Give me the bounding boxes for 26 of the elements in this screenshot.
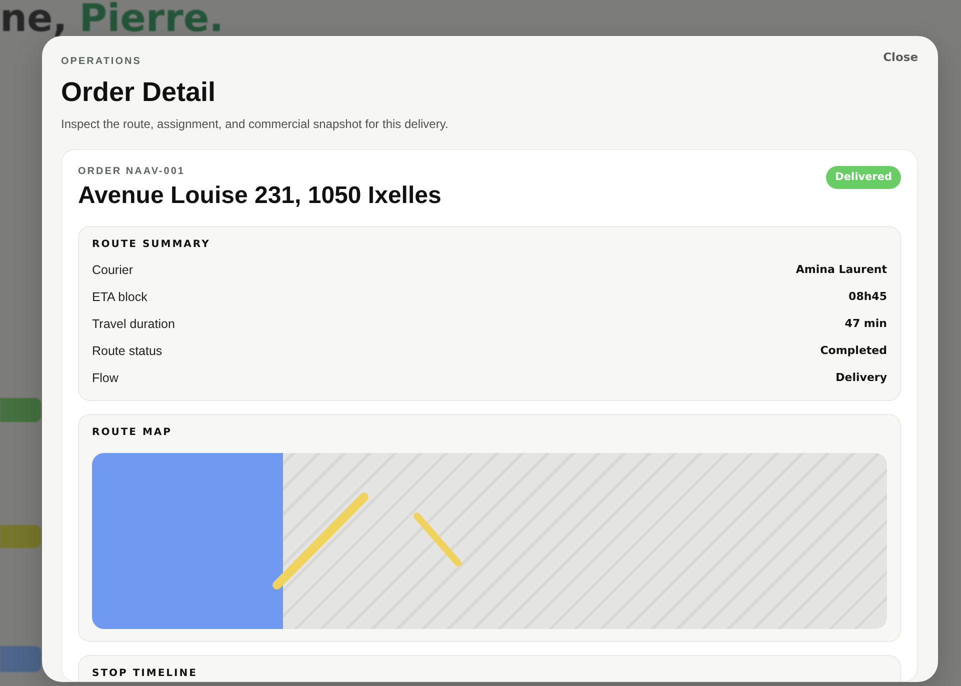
row-value: 08h45: [848, 289, 887, 304]
row-value: Delivery: [836, 370, 887, 385]
row-label: Travel duration: [92, 316, 175, 332]
section-title: STOP TIMELINE: [92, 667, 198, 681]
status-badge: Delivered: [826, 166, 901, 189]
order-address: Avenue Louise 231, 1050 Ixelles: [78, 182, 442, 210]
blurred-pill: [0, 398, 41, 422]
row-label: Courier: [92, 262, 133, 278]
row-label: ETA block: [92, 288, 148, 304]
section-title: ROUTE MAP: [92, 426, 173, 440]
row-label: Flow: [92, 370, 118, 386]
greeting-name: Pierre.: [79, 2, 224, 34]
eyebrow-label: OPERATIONS: [61, 55, 142, 69]
blurred-pill: [0, 525, 41, 548]
greeting-text: ne,: [0, 2, 68, 34]
row-value: Amina Laurent: [796, 262, 887, 277]
dialog-subtitle: Inspect the route, assignment, and commercial snapshot for this delivery.: [61, 116, 448, 133]
row-label: Route status: [92, 342, 162, 358]
row-value: Completed: [820, 343, 887, 358]
route-line: [414, 512, 462, 566]
blurred-pill: [0, 646, 41, 672]
dialog-title: Order Detail: [61, 76, 217, 108]
section-title: ROUTE SUMMARY: [92, 238, 212, 252]
row-value: 47 min: [844, 316, 887, 331]
close-button[interactable]: Close: [883, 50, 918, 64]
order-number: ORDER NAAV-001: [78, 165, 186, 179]
